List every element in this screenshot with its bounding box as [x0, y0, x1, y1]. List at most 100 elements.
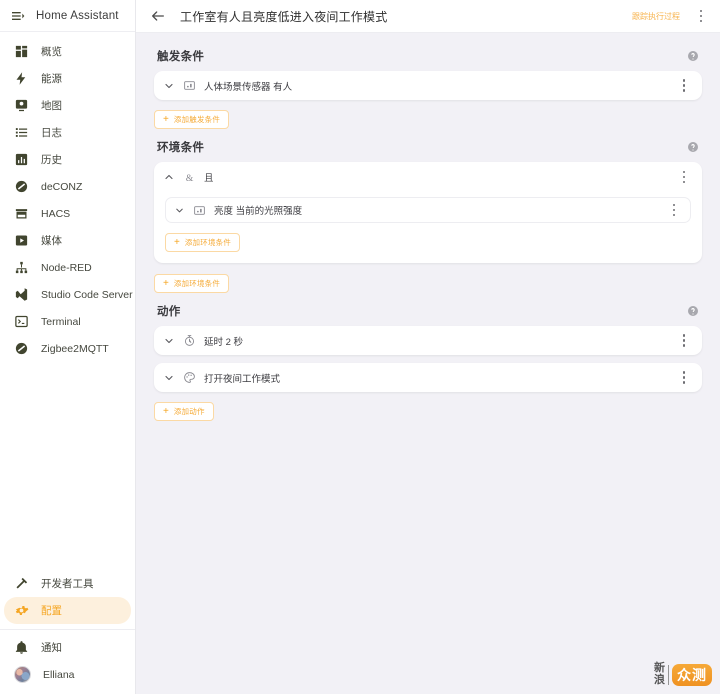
sidebar-item-label: 历史 — [41, 154, 62, 166]
sidebar-item-label: Elliana — [43, 668, 75, 681]
trace-execution-link[interactable]: 跟踪执行过程 — [632, 11, 680, 22]
section-title: 动作 — [157, 306, 181, 318]
section-title: 环境条件 — [157, 142, 205, 154]
add-action-button[interactable]: + 添加动作 — [154, 402, 214, 421]
action-card[interactable]: 打开夜间工作模式 — [154, 363, 702, 392]
sidebar-item-label: 开发者工具 — [41, 578, 94, 590]
chevron-up-icon[interactable] — [163, 171, 175, 183]
sidebar-item-notifications[interactable]: 通知 — [4, 634, 131, 661]
add-condition-label: 添加环境条件 — [173, 279, 221, 288]
sidebar-item-developer-tools[interactable]: 开发者工具 — [4, 570, 131, 597]
section-conditions: 环境条件 & 且 亮度 当前的光照强度 + 添加环境条件 + 添加环境条件 — [154, 135, 702, 293]
chevron-down-icon[interactable] — [163, 335, 175, 347]
timer-icon — [183, 334, 196, 347]
sidebar-item-logbook[interactable]: 日志 — [4, 119, 131, 146]
sidebar-item-studio-code-server[interactable]: Studio Code Server — [4, 281, 133, 308]
chevron-down-icon[interactable] — [163, 80, 175, 92]
condition-group-label: 且 — [204, 173, 214, 184]
add-nested-condition-button[interactable]: + 添加环境条件 — [165, 233, 241, 252]
dots-vertical-icon[interactable] — [677, 169, 691, 185]
sidebar-item-zigbee2mqtt[interactable]: Zigbee2MQTT — [4, 335, 131, 362]
plus-icon: + — [174, 236, 180, 248]
sidebar-item-media[interactable]: 媒体 — [4, 227, 131, 254]
add-trigger-button[interactable]: + 添加触发条件 — [154, 110, 230, 129]
menu-collapse-icon[interactable] — [10, 8, 26, 24]
main-area: 工作室有人且亮度低进入夜间工作模式 跟踪执行过程 触发条件 人体场景传感器 有人… — [136, 0, 720, 694]
dots-vertical-icon[interactable] — [677, 333, 691, 349]
console-icon — [14, 314, 29, 329]
sidebar-item-configuration[interactable]: 配置 — [4, 597, 131, 624]
add-nested-condition-label: 添加环境条件 — [184, 238, 232, 247]
sidebar-item-label: Studio Code Server — [41, 288, 133, 301]
help-circle-icon[interactable] — [687, 50, 699, 62]
add-trigger-label: 添加触发条件 — [173, 115, 221, 124]
chevron-down-icon[interactable] — [163, 372, 175, 384]
sidebar-bottom: 开发者工具 配置 通知 Elliana — [0, 570, 135, 694]
sidebar-item-deconz[interactable]: deCONZ — [4, 173, 131, 200]
add-action-label: 添加动作 — [173, 407, 205, 416]
page-title: 工作室有人且亮度低进入夜间工作模式 — [180, 9, 388, 24]
bell-icon — [14, 640, 29, 655]
sidebar-item-map[interactable]: 地图 — [4, 92, 131, 119]
sidebar-item-label: Zigbee2MQTT — [41, 342, 109, 355]
sidebar-item-history[interactable]: 历史 — [4, 146, 131, 173]
sidebar-item-user-profile[interactable]: Elliana — [4, 661, 131, 688]
play-box-icon — [14, 233, 29, 248]
condition-label: 亮度 当前的光照强度 — [214, 206, 303, 217]
dots-vertical-icon[interactable] — [667, 202, 681, 218]
palette-icon — [183, 371, 196, 384]
action-card[interactable]: 延时 2 秒 — [154, 326, 702, 355]
automation-editor: 触发条件 人体场景传感器 有人 + 添加触发条件 环境条件 & 且 亮度 当前的… — [136, 33, 720, 694]
hammer-wrench-icon — [14, 576, 29, 591]
dots-vertical-icon[interactable] — [677, 78, 691, 94]
arrow-left-icon[interactable] — [150, 8, 166, 24]
sidebar-item-terminal[interactable]: Terminal — [4, 308, 131, 335]
cog-icon — [14, 603, 29, 618]
trigger-card[interactable]: 人体场景传感器 有人 — [154, 71, 702, 100]
sidebar-nav: 概览 能源 地图 日志 历史 deCONZ HACS 媒体 Node-RED S… — [0, 32, 135, 362]
sidebar-item-label: 地图 — [41, 100, 62, 112]
help-circle-icon[interactable] — [687, 305, 699, 317]
section-triggers: 触发条件 人体场景传感器 有人 + 添加触发条件 — [154, 44, 702, 129]
card-content: 亮度 当前的光照强度 — [174, 203, 667, 217]
sidebar-item-energy[interactable]: 能源 — [4, 65, 131, 92]
device-icon — [193, 204, 206, 217]
store-icon — [14, 206, 29, 221]
condition-group-header: & 且 — [154, 162, 702, 192]
brand-title: Home Assistant — [36, 9, 119, 22]
sidebar-item-label: Node-RED — [41, 261, 92, 274]
card-content: & 且 — [163, 170, 677, 184]
dots-vertical-icon[interactable] — [694, 8, 708, 24]
plus-icon: + — [163, 113, 169, 125]
help-circle-icon[interactable] — [687, 141, 699, 153]
card-content: 人体场景传感器 有人 — [163, 79, 677, 93]
dots-vertical-icon[interactable] — [677, 370, 691, 386]
section-header: 动作 — [154, 299, 702, 326]
chart-box-icon — [14, 152, 29, 167]
sidebar-item-label: 能源 — [41, 73, 62, 85]
condition-group-card[interactable]: & 且 亮度 当前的光照强度 + 添加环境条件 — [154, 162, 702, 263]
vscode-icon — [14, 287, 29, 302]
action-label: 延时 2 秒 — [204, 336, 244, 348]
sitemap-icon — [14, 260, 29, 275]
condition-card[interactable]: 亮度 当前的光照强度 — [165, 197, 691, 223]
action-label: 打开夜间工作模式 — [204, 373, 281, 385]
plus-icon: + — [163, 277, 169, 289]
sidebar-item-node-red[interactable]: Node-RED — [4, 254, 131, 281]
sidebar-divider — [0, 629, 135, 630]
sidebar-item-label: HACS — [41, 207, 71, 220]
format-list-bulleted-icon — [14, 125, 29, 140]
sidebar-item-label: 配置 — [41, 605, 62, 617]
sidebar-item-overview[interactable]: 概览 — [4, 38, 131, 65]
device-icon — [183, 79, 196, 92]
add-condition-button[interactable]: + 添加环境条件 — [154, 274, 230, 293]
sidebar-item-label: 媒体 — [41, 235, 62, 247]
circle-slash-icon — [14, 341, 29, 356]
plus-icon: + — [163, 405, 169, 417]
card-content: 打开夜间工作模式 — [163, 371, 677, 385]
sidebar-item-hacs[interactable]: HACS — [4, 200, 131, 227]
chevron-down-icon[interactable] — [174, 205, 185, 216]
svg-text:&: & — [186, 172, 194, 183]
section-header: 环境条件 — [154, 135, 702, 162]
